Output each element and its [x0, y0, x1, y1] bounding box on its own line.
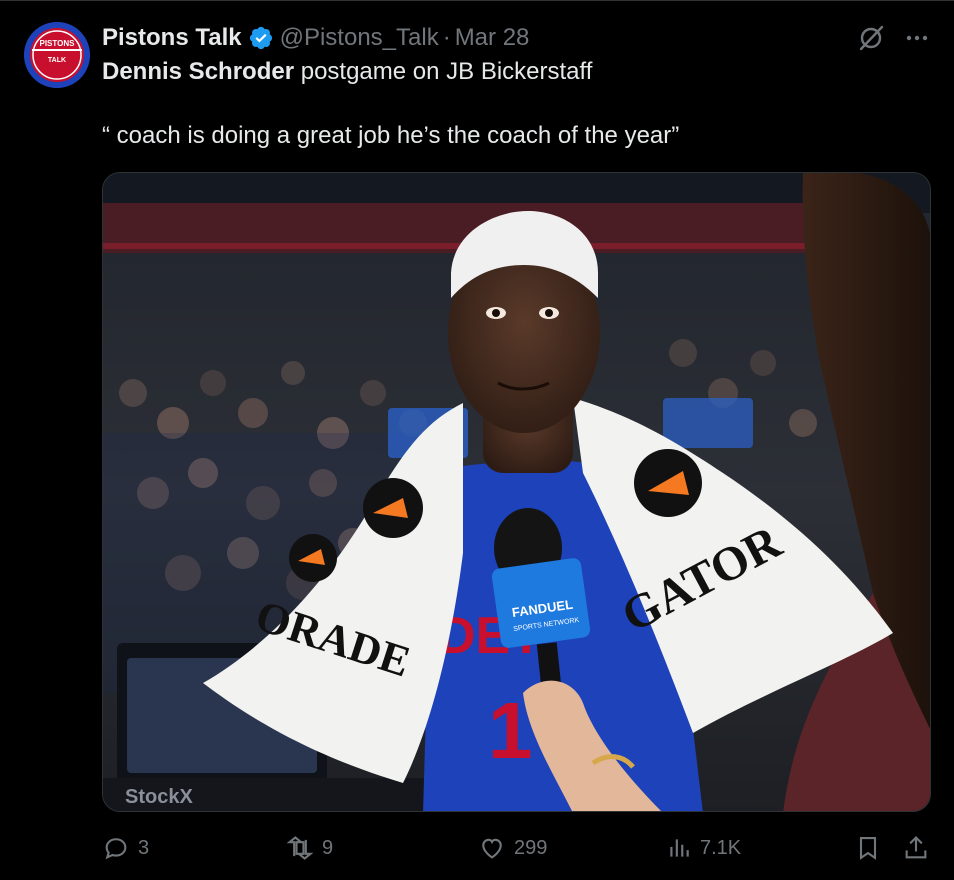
tweet[interactable]: PISTONS TALK Pistons Talk @Pistons_Talk … [0, 0, 954, 880]
tweet-photo[interactable]: StockX DET 1 ORADE GATOR FANDUEL SPORTS … [102, 172, 931, 812]
like-count: 299 [514, 836, 548, 859]
tweet-actions: 3 9 299 7.1K [0, 826, 954, 870]
tweet-date[interactable]: Mar 28 [455, 24, 530, 52]
like-button[interactable]: 299 [478, 826, 547, 870]
avatar[interactable]: PISTONS TALK [24, 22, 90, 88]
pistons-talk-logo: PISTONS TALK [24, 22, 90, 88]
share-icon [902, 834, 930, 862]
repost-icon [286, 834, 314, 862]
more-icon[interactable] [904, 25, 930, 51]
header-actions [856, 22, 930, 54]
mentioned-name: Dennis Schroder [102, 58, 295, 85]
tweet-text: Dennis Schroder postgame on JB Bickersta… [102, 56, 922, 152]
tweet-text-line1: Dennis Schroder postgame on JB Bickersta… [102, 56, 922, 88]
like-icon [478, 834, 506, 862]
verified-badge-icon[interactable] [248, 25, 274, 51]
photo-illustration: StockX DET 1 ORADE GATOR FANDUEL SPORTS … [103, 173, 930, 811]
repost-button[interactable]: 9 [286, 826, 333, 870]
views-icon [666, 835, 692, 861]
handle[interactable]: @Pistons_Talk [280, 24, 439, 52]
bookmark-icon [854, 834, 882, 862]
bookmark-button[interactable] [854, 826, 882, 870]
tweet-quote: “ coach is doing a great job he’s the co… [102, 122, 680, 149]
tweet-text-rest: postgame on JB Bickerstaff [294, 58, 593, 85]
grok-icon[interactable] [856, 23, 886, 53]
display-name[interactable]: Pistons Talk [102, 24, 242, 52]
reply-button[interactable]: 3 [102, 826, 149, 870]
stockx-board-text: StockX [125, 786, 193, 808]
repost-count: 9 [322, 836, 334, 859]
reply-count: 3 [138, 836, 150, 859]
views-count: 7.1K [700, 836, 742, 859]
reply-icon [102, 834, 130, 862]
separator-dot: · [442, 24, 451, 51]
avatar-text-line2: TALK [48, 57, 66, 64]
tweet-header: Pistons Talk @Pistons_Talk · Mar 28 [102, 22, 529, 54]
share-button[interactable] [902, 826, 930, 870]
avatar-text-line1: PISTONS [40, 39, 76, 48]
views-button[interactable]: 7.1K [666, 826, 741, 870]
